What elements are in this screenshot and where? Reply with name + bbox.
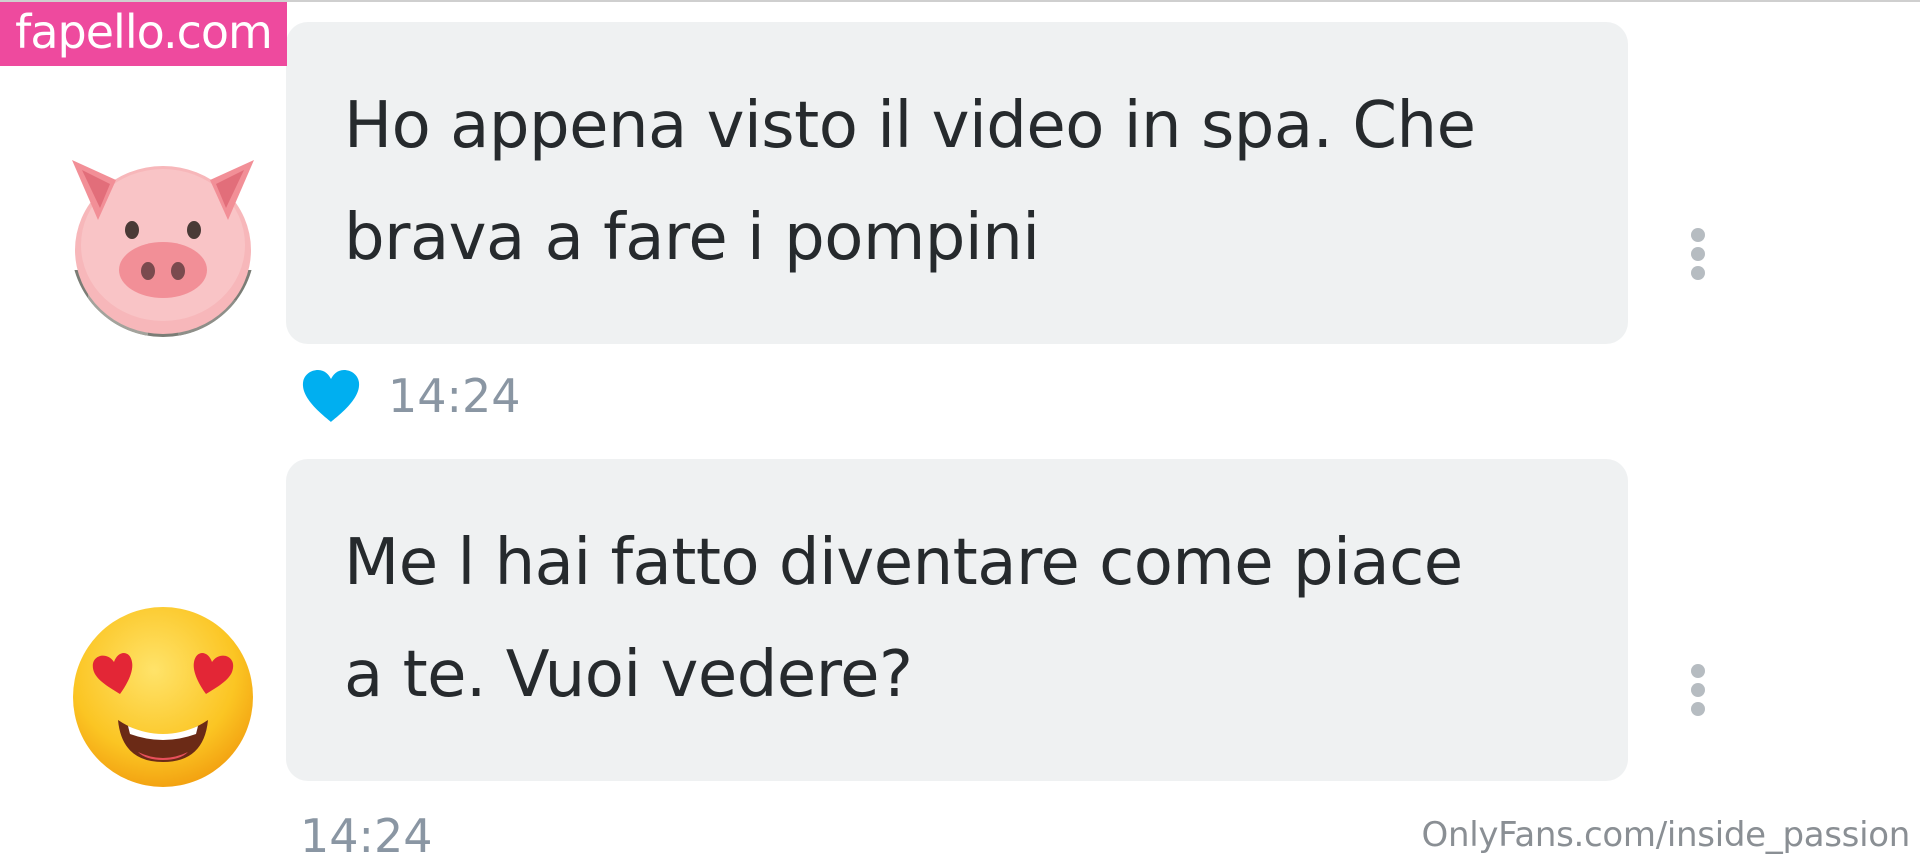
message-time: 14:24 [388, 369, 521, 423]
message-time: 14:24 [300, 809, 433, 859]
message-line: Ho appena visto il video in spa. Che [344, 89, 1476, 163]
message-bubble[interactable]: Ho appena visto il video in spa. Che bra… [286, 22, 1628, 344]
message-options-button[interactable] [1686, 228, 1710, 292]
message-options-button[interactable] [1686, 664, 1710, 728]
message-line: Me l hai fatto diventare come piace [344, 526, 1463, 600]
message-bubble[interactable]: Me l hai fatto diventare come piace a te… [286, 459, 1628, 781]
more-dots-icon [1691, 228, 1705, 242]
more-dots-icon [1691, 664, 1705, 678]
heart-eyes-emoji-icon [73, 607, 253, 787]
message-line: a te. Vuoi vedere? [344, 638, 913, 712]
sender-avatar[interactable] [68, 150, 258, 340]
chat-screen: fapello.com Ho appena visto il video in … [0, 0, 1920, 859]
message-meta: 14:24 [300, 806, 433, 859]
watermark-source: OnlyFans.com/inside_passion [1421, 815, 1911, 855]
message-line: brava a fare i pompini [344, 201, 1040, 275]
message-text: Me l hai fatto diventare come piace a te… [344, 507, 1588, 731]
pig-face-emoji-icon [71, 153, 255, 337]
message-text: Ho appena visto il video in spa. Che bra… [344, 70, 1588, 294]
watermark-logo: fapello.com [0, 2, 287, 66]
heart-icon[interactable] [300, 368, 362, 424]
message-meta: 14:24 [300, 366, 521, 426]
sender-avatar[interactable] [68, 602, 258, 792]
